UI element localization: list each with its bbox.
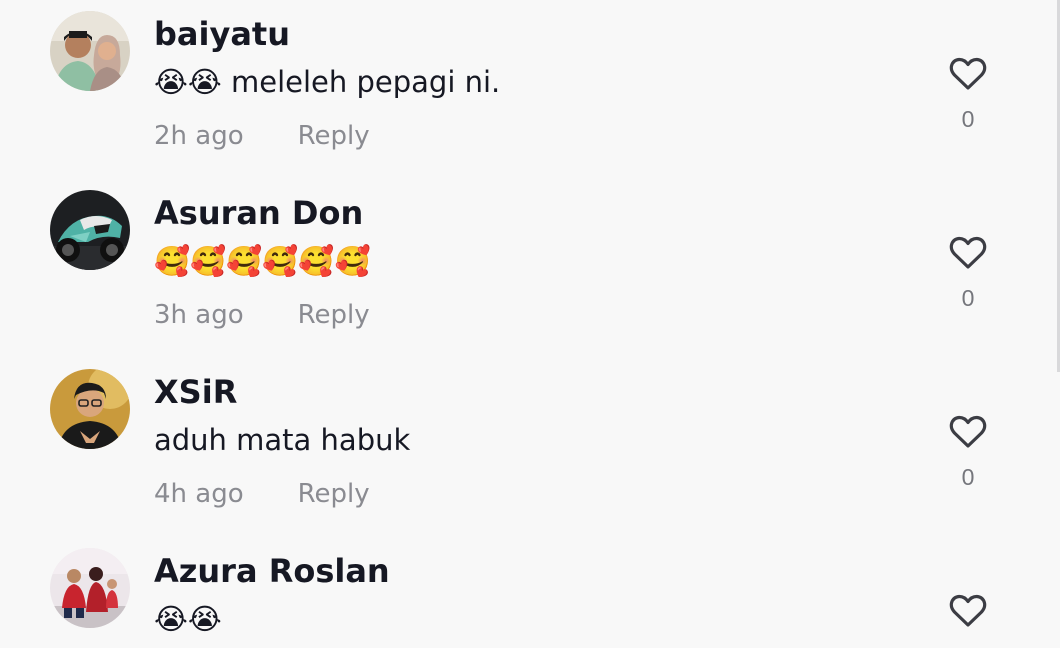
comment-timestamp: 4h ago — [154, 479, 244, 509]
reply-button[interactable]: Reply — [298, 121, 370, 151]
comment-meta: 2h ago Reply — [154, 118, 370, 154]
comment-timestamp: 2h ago — [154, 121, 244, 151]
like-button[interactable] — [945, 594, 991, 648]
comment-username[interactable]: baiyatu — [154, 14, 290, 54]
heart-icon — [949, 57, 987, 90]
like-count: 0 — [961, 464, 975, 490]
heart-icon — [949, 594, 987, 627]
comment-item: XSiR aduh mata habuk 4h ago Reply 0 — [0, 358, 1060, 537]
comment-item: baiyatu 😭😭 meleleh pepagi ni. 2h ago Repl… — [0, 0, 1060, 179]
comment-meta: 4h ago Reply — [154, 476, 370, 512]
comment-username[interactable]: XSiR — [154, 372, 237, 412]
avatar-motorcycle-photo-icon — [50, 190, 130, 270]
like-count: 0 — [961, 106, 975, 132]
like-button[interactable]: 0 — [945, 236, 991, 320]
reply-button[interactable]: Reply — [298, 479, 370, 509]
comment-username[interactable]: Asuran Don — [154, 193, 363, 233]
comment-item: Azura Roslan 😭😭 — [0, 537, 1060, 648]
like-button[interactable]: 0 — [945, 415, 991, 499]
like-button[interactable]: 0 — [945, 57, 991, 141]
comment-list: baiyatu 😭😭 meleleh pepagi ni. 2h ago Repl… — [0, 0, 1060, 648]
heart-icon — [949, 236, 987, 269]
avatar-man-glasses-photo-icon — [50, 369, 130, 449]
avatar[interactable] — [50, 548, 130, 628]
avatar[interactable] — [50, 190, 130, 270]
avatar[interactable] — [50, 11, 130, 91]
like-count: 0 — [961, 285, 975, 311]
avatar-family-photo-icon — [50, 548, 130, 628]
comment-text: 🥰🥰🥰🥰🥰🥰 — [154, 244, 371, 278]
comment-text: 😭😭 — [154, 602, 222, 636]
comment-text: 😭😭 meleleh pepagi ni. — [154, 65, 501, 99]
comment-text: aduh mata habuk — [154, 423, 411, 457]
avatar[interactable] — [50, 369, 130, 449]
comment-item: Asuran Don 🥰🥰🥰🥰🥰🥰 3h ago Reply 0 — [0, 179, 1060, 358]
comment-meta: 3h ago Reply — [154, 297, 370, 333]
comment-username[interactable]: Azura Roslan — [154, 551, 390, 591]
comment-timestamp: 3h ago — [154, 300, 244, 330]
reply-button[interactable]: Reply — [298, 300, 370, 330]
heart-icon — [949, 415, 987, 448]
avatar-couple-photo-icon — [50, 11, 130, 91]
